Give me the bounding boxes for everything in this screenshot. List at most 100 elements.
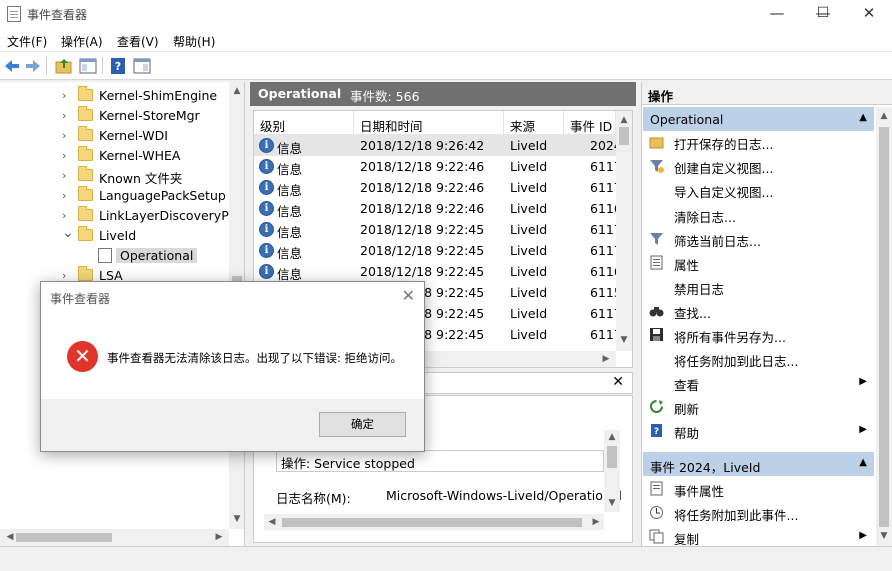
action-item[interactable]: 查看 ▶ xyxy=(642,371,873,395)
actions-vertical-scrollbar[interactable]: ▲ ▼ xyxy=(876,107,892,546)
scroll-right-arrow-icon[interactable]: ▶ xyxy=(588,517,604,527)
cell-source: LiveId xyxy=(510,306,548,321)
chevron-right-icon[interactable]: › xyxy=(62,209,66,222)
scroll-up-arrow-icon[interactable]: ▲ xyxy=(229,86,244,96)
action-item[interactable]: 属性 xyxy=(642,251,873,275)
scroll-up-arrow-icon[interactable]: ▲ xyxy=(604,432,620,442)
console-tree-icon[interactable] xyxy=(79,57,97,75)
scroll-down-arrow-icon[interactable]: ▼ xyxy=(604,498,620,508)
forward-arrow-icon[interactable] xyxy=(24,57,42,75)
event-viewer-app-icon xyxy=(7,6,21,22)
actions-scroll-thumb[interactable] xyxy=(879,127,889,527)
table-row[interactable]: i 信息 2018/12/18 9:22:45 LiveId 6116 xyxy=(254,261,622,282)
action-item[interactable]: 禁用日志 xyxy=(642,275,873,299)
collapse-icon[interactable]: ▲ xyxy=(859,457,867,468)
detail-close-icon[interactable]: ✕ xyxy=(612,374,624,390)
column-header-event-id[interactable]: 事件 ID xyxy=(564,111,616,135)
tree-item[interactable]: ⌄ LiveId xyxy=(0,225,230,246)
action-item[interactable]: 打开保存的日志... xyxy=(642,130,873,154)
chevron-right-icon[interactable]: › xyxy=(62,129,66,142)
dialog-close-icon[interactable]: ✕ xyxy=(402,286,415,305)
action-item[interactable]: ? 帮助 ▶ xyxy=(642,419,873,443)
scroll-left-arrow-icon[interactable]: ◀ xyxy=(264,517,280,527)
menu-view[interactable]: 查看(V) xyxy=(117,33,159,50)
table-row[interactable]: i 信息 2018/12/18 9:22:46 LiveId 6116 xyxy=(254,198,622,219)
menu-file[interactable]: 文件(F) xyxy=(7,33,47,50)
action-item[interactable]: 将任务附加到此事件... xyxy=(642,501,873,525)
column-header-level[interactable]: 级别 xyxy=(254,111,354,135)
menu-help[interactable]: 帮助(H) xyxy=(173,33,215,50)
ok-button[interactable]: 确定 xyxy=(319,412,406,437)
tree-item-label: Kernel-StoreMgr xyxy=(99,108,200,123)
tree-item[interactable]: › Kernel-StoreMgr xyxy=(0,106,230,126)
tree-item[interactable]: Operational xyxy=(0,246,230,266)
chevron-right-icon[interactable]: › xyxy=(62,189,66,202)
tree-item[interactable]: › Kernel-WHEA xyxy=(0,146,230,166)
action-item[interactable]: 刷新 xyxy=(642,395,873,419)
action-item[interactable]: 将任务附加到此日志... xyxy=(642,347,873,371)
cell-datetime: 2018/12/18 9:22:45 xyxy=(360,222,485,237)
menu-action[interactable]: 操作(A) xyxy=(61,33,103,50)
folder-icon xyxy=(78,126,93,141)
table-row[interactable]: i信息2018/12/18 9:22:45LiveId6117 xyxy=(254,219,622,240)
chevron-down-icon[interactable]: ⌄ xyxy=(62,225,74,241)
actions-section-operational[interactable]: Operational ▲ xyxy=(643,107,874,131)
help-icon[interactable]: ? xyxy=(109,57,127,75)
scroll-up-arrow-icon[interactable]: ▲ xyxy=(616,115,632,125)
cell-source: LiveId xyxy=(510,327,548,342)
tree-hscroll-thumb[interactable] xyxy=(16,533,112,542)
maximize-window-button[interactable]: ☐ xyxy=(800,0,846,28)
action-item[interactable]: 清除日志... xyxy=(642,203,873,227)
cell-source: LiveId xyxy=(510,264,548,279)
action-item[interactable]: 创建自定义视图... xyxy=(642,154,873,178)
actions-section-event[interactable]: 事件 2024，LiveId ▲ xyxy=(643,452,874,476)
tree-item[interactable]: › LinkLayerDiscoveryPro xyxy=(0,206,241,226)
action-label: 事件属性 xyxy=(674,484,725,499)
tree-item[interactable]: › Known 文件夹 xyxy=(0,166,230,186)
table-row[interactable]: i 信息 2018/12/18 9:22:46 LiveId 6117 xyxy=(254,177,622,198)
action-item[interactable]: 事件属性 xyxy=(642,477,873,501)
scroll-down-arrow-icon[interactable]: ▼ xyxy=(876,531,892,541)
refresh-icon xyxy=(650,400,663,413)
action-item[interactable]: 复制 ▶ xyxy=(642,525,873,546)
scroll-right-arrow-icon[interactable]: ▶ xyxy=(211,532,227,542)
action-item[interactable]: 查找... xyxy=(642,299,873,323)
action-pane-icon[interactable] xyxy=(133,57,151,75)
tree-item[interactable]: › Kernel-WDI xyxy=(0,126,230,146)
chevron-right-icon[interactable]: › xyxy=(62,149,66,162)
table-row[interactable]: i信息2018/12/18 9:22:45LiveId6117 xyxy=(254,240,622,261)
events-vertical-scrollbar[interactable]: ▲ ▼ xyxy=(616,111,632,351)
action-item[interactable]: 将所有事件另存为... xyxy=(642,323,873,347)
scroll-up-arrow-icon[interactable]: ▲ xyxy=(876,111,892,121)
action-label: 帮助 xyxy=(674,426,700,441)
section-label: Operational xyxy=(650,112,724,127)
back-arrow-icon[interactable] xyxy=(3,57,21,75)
chevron-right-icon[interactable]: › xyxy=(62,169,66,182)
folder-up-icon[interactable] xyxy=(55,57,73,75)
close-window-button[interactable]: ✕ xyxy=(846,0,892,28)
table-row[interactable]: i 信息 2018/12/18 9:22:46 LiveId 6117 xyxy=(254,156,622,177)
minimize-window-button[interactable]: — xyxy=(754,0,800,28)
detail-vertical-scrollbar[interactable]: ▲ ▼ xyxy=(604,430,620,512)
tree-item[interactable]: › LanguagePackSetup xyxy=(0,186,230,206)
chevron-right-icon[interactable]: › xyxy=(62,89,66,102)
events-scroll-thumb[interactable] xyxy=(619,127,629,145)
action-item[interactable]: 导入自定义视图... xyxy=(642,178,873,202)
task-icon xyxy=(650,506,663,519)
scroll-right-arrow-icon[interactable]: ▶ xyxy=(598,354,614,364)
tree-horizontal-scrollbar[interactable]: ◀ ▶ xyxy=(0,529,229,546)
column-header-datetime[interactable]: 日期和时间 xyxy=(354,111,504,135)
action-label: 刷新 xyxy=(674,402,700,417)
detail-hscroll-thumb[interactable] xyxy=(282,518,582,527)
column-header-source[interactable]: 来源 xyxy=(504,111,564,135)
scroll-down-arrow-icon[interactable]: ▼ xyxy=(616,335,632,345)
cell-level: 信息 xyxy=(277,162,303,177)
table-row[interactable]: i 信息 2018/12/18 9:26:42 LiveId 2024 xyxy=(254,135,622,156)
collapse-icon[interactable]: ▲ xyxy=(859,112,867,123)
detail-scroll-thumb[interactable] xyxy=(607,446,617,468)
tree-item[interactable]: › Kernel-ShimEngine xyxy=(0,86,230,106)
detail-horizontal-scrollbar[interactable]: ◀ ▶ xyxy=(264,514,604,530)
chevron-right-icon[interactable]: › xyxy=(62,109,66,122)
scroll-down-arrow-icon[interactable]: ▼ xyxy=(229,514,244,524)
action-item[interactable]: 筛选当前日志... xyxy=(642,227,873,251)
